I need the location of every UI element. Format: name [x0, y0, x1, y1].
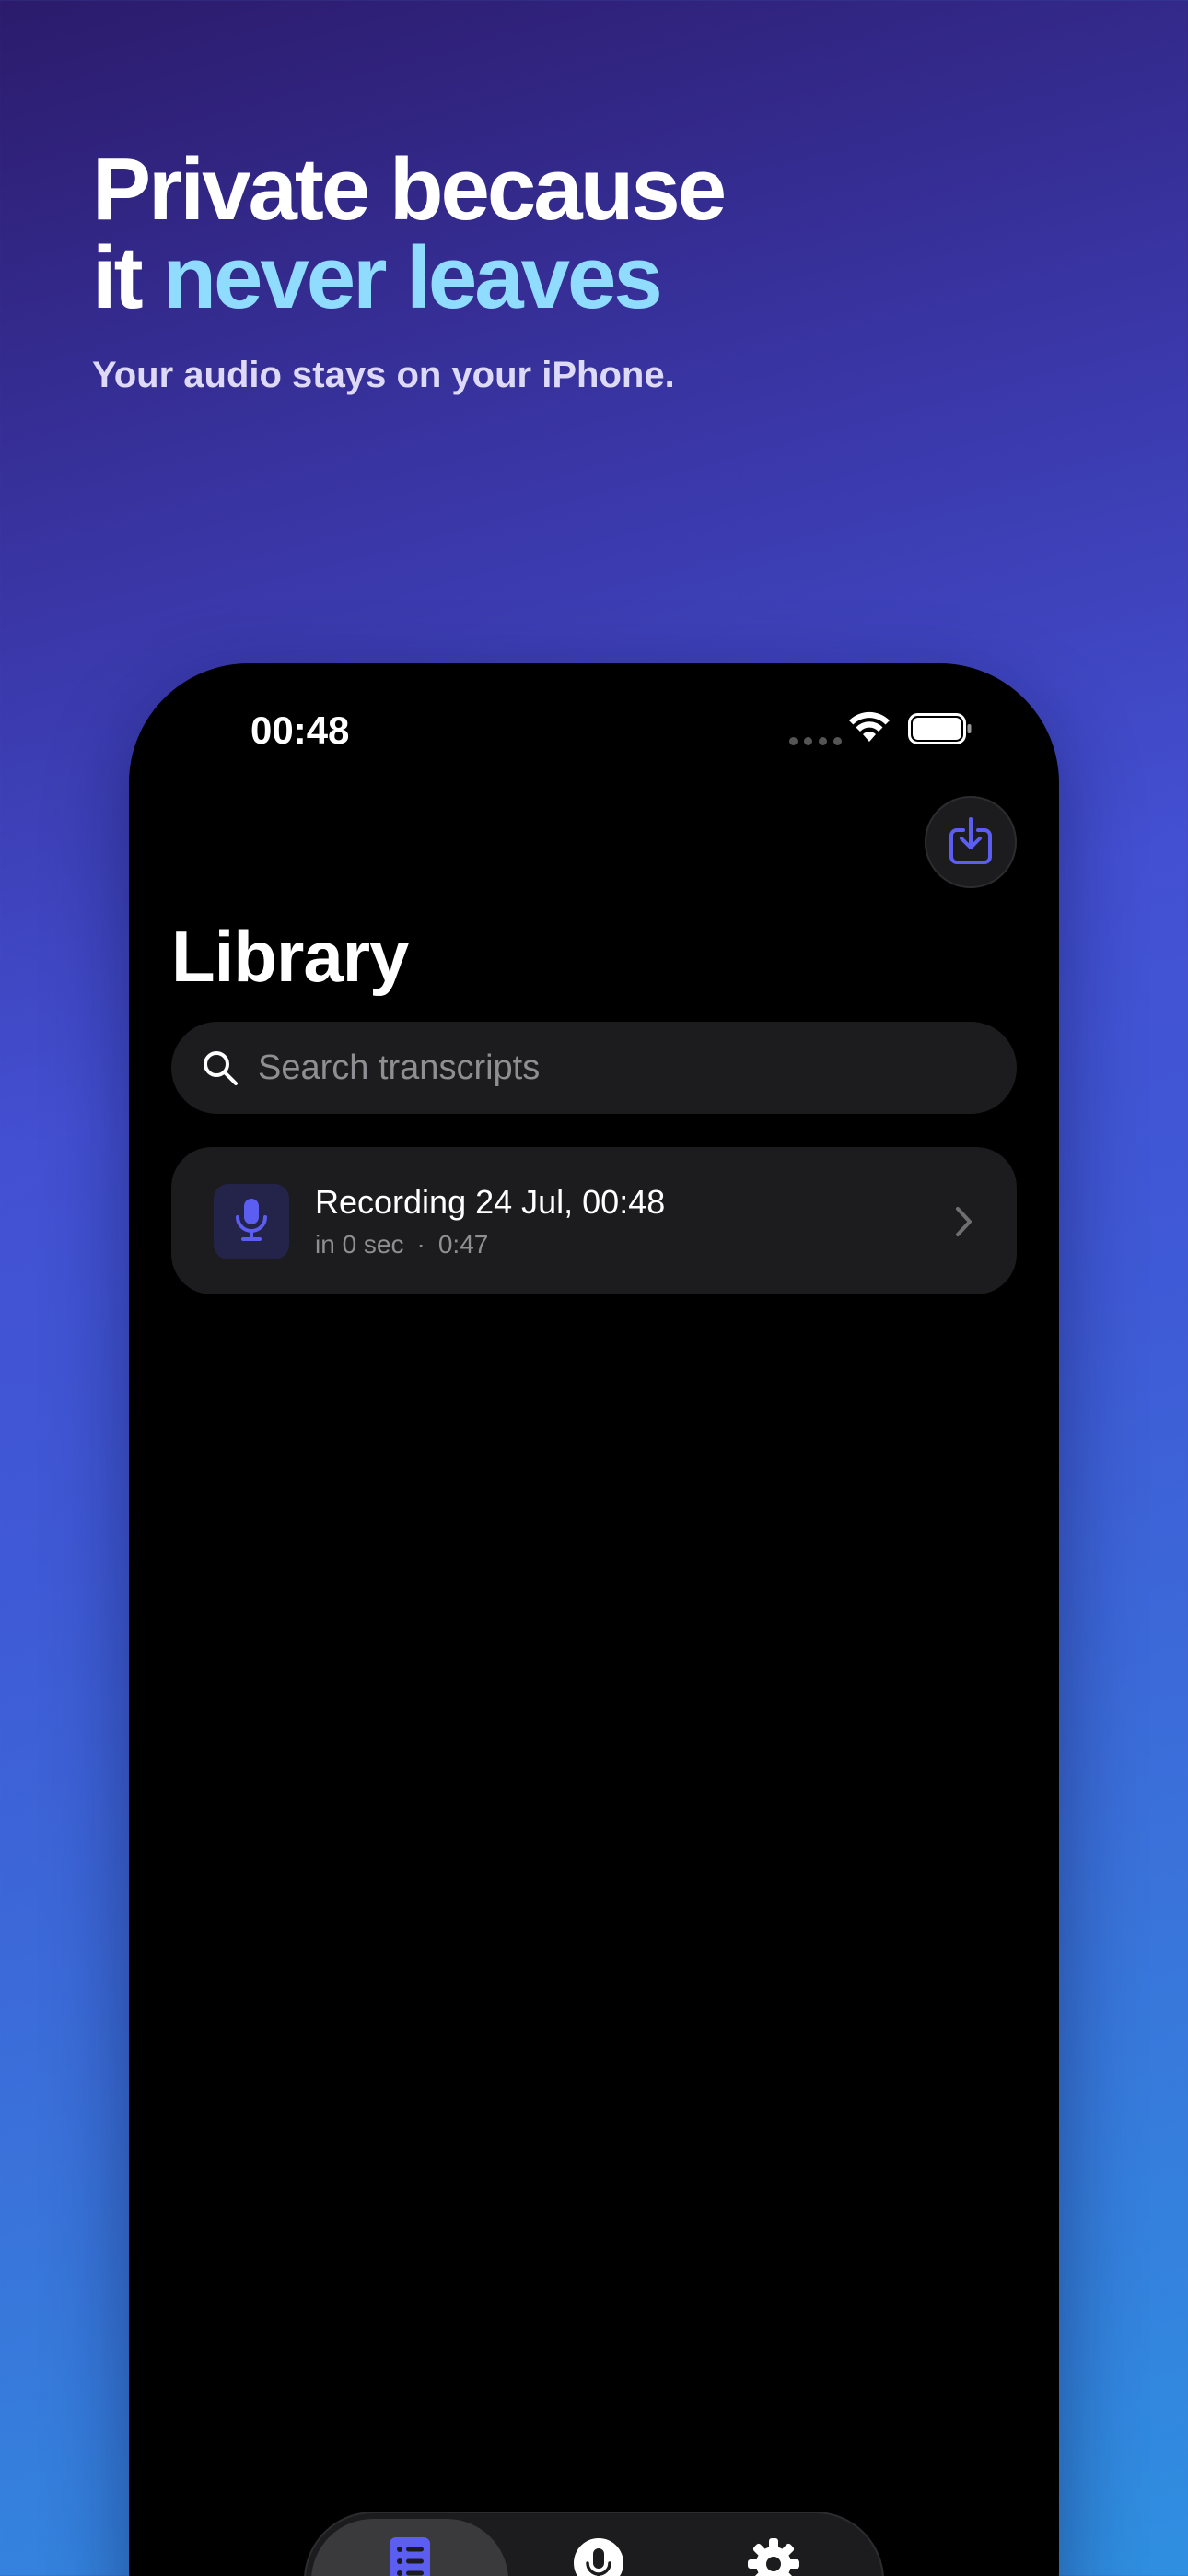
tab-settings[interactable]	[691, 2519, 856, 2576]
gear-icon	[747, 2537, 800, 2576]
phone-frame: 00:48 Library Search transcripts Recordi…	[129, 663, 1059, 2576]
square-arrow-down-icon	[948, 815, 994, 870]
meta-separator: ·	[416, 1230, 425, 1259]
headline-line-2-prefix: it	[92, 228, 163, 327]
chevron-right-icon	[954, 1206, 974, 1242]
promo-subheadline: Your audio stays on your iPhone.	[92, 355, 675, 395]
recording-meta: in 0 sec · 0:47	[315, 1229, 488, 1260]
promo-headline: Private because it never leaves	[92, 146, 1105, 322]
headline-line-1: Private because	[92, 140, 727, 239]
mic-circle-icon	[573, 2537, 624, 2576]
recording-title: Recording 24 Jul, 00:48	[315, 1183, 666, 1221]
recording-thumbnail	[214, 1184, 289, 1259]
recording-list-item[interactable]: Recording 24 Jul, 00:48 in 0 sec · 0:47	[171, 1147, 1017, 1294]
page-title: Library	[171, 916, 409, 997]
headline-accent: never leaves	[162, 228, 662, 327]
recording-duration: 0:47	[437, 1230, 489, 1259]
search-icon	[201, 1048, 239, 1087]
tab-library[interactable]	[311, 2519, 508, 2576]
export-button[interactable]	[925, 796, 1017, 888]
tab-bar	[304, 2512, 884, 2576]
wifi-icon	[848, 711, 891, 747]
recording-relative-time: in 0 sec	[315, 1230, 404, 1259]
search-input[interactable]	[258, 1040, 958, 1095]
status-time: 00:48	[250, 708, 350, 752]
mic-icon	[235, 1197, 268, 1247]
battery-icon	[908, 713, 973, 749]
cellular-signal-icon	[789, 737, 842, 745]
list-icon	[390, 2537, 430, 2576]
search-bar[interactable]	[171, 1022, 1017, 1114]
tab-record[interactable]	[516, 2519, 681, 2576]
